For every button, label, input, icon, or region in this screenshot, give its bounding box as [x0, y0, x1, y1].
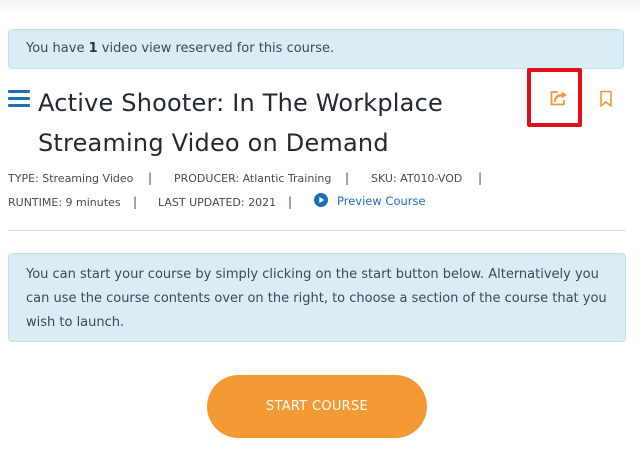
- meta-type: TYPE: Streaming Video: [8, 172, 134, 185]
- divider: [8, 230, 626, 231]
- meta-separator: |: [345, 171, 350, 185]
- view-reserved-notice: You have 1 video view reserved for this …: [8, 29, 624, 69]
- meta-separator: |: [478, 171, 483, 185]
- course-title-line2: Streaming Video on Demand: [38, 129, 389, 157]
- start-course-button[interactable]: START COURSE: [207, 375, 427, 438]
- notice-count: 1: [88, 41, 98, 56]
- course-title-line1: Active Shooter: In The Workplace: [38, 89, 443, 117]
- meta-separator: |: [288, 195, 293, 209]
- top-bar: [0, 0, 640, 12]
- preview-course-link[interactable]: Preview Course: [337, 194, 426, 208]
- meta-producer: PRODUCER: Atlantic Training: [174, 172, 332, 185]
- notice-prefix: You have: [26, 41, 89, 56]
- hamburger-menu-icon[interactable]: [8, 90, 30, 108]
- start-instructions-text: You can start your course by simply clic…: [26, 267, 607, 330]
- play-circle-icon[interactable]: [314, 192, 328, 207]
- start-instructions-panel: You can start your course by simply clic…: [8, 253, 626, 342]
- meta-separator: |: [133, 195, 138, 209]
- notice-suffix: video view reserved for this course.: [97, 41, 335, 56]
- page-title: Active Shooter: In The Workplace Streami…: [38, 83, 508, 163]
- share-icon[interactable]: [549, 89, 569, 107]
- bookmark-icon[interactable]: [599, 90, 613, 108]
- meta-last-updated: LAST UPDATED: 2021: [158, 196, 277, 209]
- meta-sku: SKU: AT010-VOD: [371, 172, 463, 185]
- meta-runtime: RUNTIME: 9 minutes: [8, 196, 121, 209]
- meta-separator: |: [148, 171, 153, 185]
